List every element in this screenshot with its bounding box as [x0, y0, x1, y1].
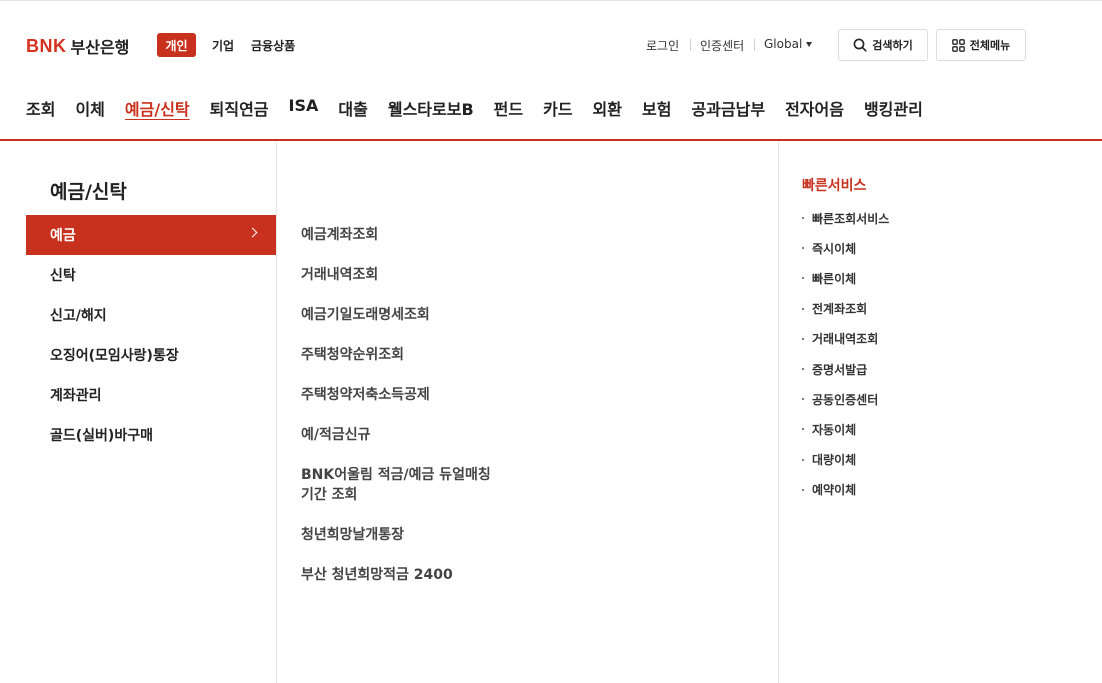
gnb-item-deposit-trust[interactable]: 예금/신탁 [125, 96, 190, 120]
all-menu-button-label: 전체메뉴 [969, 39, 1011, 52]
gnb-item-isa[interactable]: ISA [289, 96, 319, 120]
gnb-item-banking-mgmt[interactable]: 뱅킹관리 [864, 96, 923, 120]
sidebar-item-trust[interactable]: 신탁 [26, 255, 276, 295]
tab-personal[interactable]: 개인 [157, 33, 196, 57]
submenu-item[interactable]: 예금계좌조회 [301, 215, 561, 255]
cert-center-link[interactable]: 인증센터 [700, 37, 744, 54]
submenu-item[interactable]: 주택청약순위조회 [301, 335, 561, 375]
quick-service-list: 빠른조회서비스 즉시이체 빠른이체 전계좌조회 거래내역조회 증명서발급 공동인… [802, 203, 1052, 505]
login-link[interactable]: 로그인 [646, 37, 679, 54]
gnb-item-pension[interactable]: 퇴직연금 [210, 96, 269, 120]
gnb-item-e-bill[interactable]: 전자어음 [785, 96, 844, 120]
gnb-item-insurance[interactable]: 보험 [642, 96, 671, 120]
gnb-item-transfer[interactable]: 이체 [75, 96, 104, 120]
sidebar-item-squid-account[interactable]: 오징어(모임사랑)통장 [26, 335, 276, 375]
gnb-item-fund[interactable]: 펀드 [494, 96, 523, 120]
chevron-right-icon [247, 227, 258, 238]
quick-item-label: 즉시이체 [812, 241, 857, 256]
quick-service-title: 빠른서비스 [802, 178, 867, 194]
bullet-icon [802, 247, 804, 250]
all-menu-button[interactable]: 전체메뉴 [936, 29, 1026, 61]
submenu-item[interactable]: 청년희망날개통장 [301, 515, 561, 555]
tab-financial-products[interactable]: 금융상품 [251, 37, 295, 54]
sidebar-item-account-mgmt[interactable]: 계좌관리 [26, 375, 276, 415]
submenu-item[interactable]: 부산 청년희망적금 2400 [301, 555, 561, 595]
quick-item-label: 공동인증센터 [812, 392, 879, 407]
bullet-icon [802, 307, 804, 310]
quick-item[interactable]: 증명서발급 [802, 354, 1052, 384]
sidebar-item-label: 예금 [50, 228, 76, 244]
search-icon [853, 38, 867, 52]
caret-down-icon [806, 42, 813, 47]
bullet-icon [802, 458, 804, 461]
gnb-item-loan[interactable]: 대출 [338, 96, 367, 120]
bullet-icon [802, 217, 804, 220]
sidebar-item-label: 골드(실버)바구매 [50, 428, 153, 444]
sidebar-item-label: 신고/해지 [50, 308, 107, 324]
bullet-icon [802, 277, 804, 280]
gnb-item-card[interactable]: 카드 [543, 96, 572, 120]
quick-item[interactable]: 자동이체 [802, 414, 1052, 444]
global-dropdown[interactable]: Global [764, 37, 813, 51]
quick-item-label: 대량이체 [812, 453, 857, 468]
quick-item-label: 거래내역조회 [812, 332, 879, 347]
search-button-label: 검색하기 [872, 39, 913, 52]
quick-item-label: 증명서발급 [812, 362, 868, 377]
logo-bank-name: 부산은행 [70, 38, 130, 57]
bullet-icon [802, 337, 804, 340]
gnb-item-inquiry[interactable]: 조회 [26, 96, 55, 120]
submenu-item[interactable]: BNK어울림 적금/예금 듀얼매칭 기간 조회 [301, 455, 561, 515]
quick-item-label: 빠른이체 [812, 271, 857, 286]
quick-item[interactable]: 전계좌조회 [802, 294, 1052, 324]
quick-item[interactable]: 공동인증센터 [802, 384, 1052, 414]
divider [690, 39, 691, 51]
quick-item[interactable]: 거래내역조회 [802, 324, 1052, 354]
grid-icon [951, 38, 965, 52]
quick-item[interactable]: 빠른조회서비스 [802, 203, 1052, 233]
bullet-icon [802, 428, 804, 431]
section-menu: 예금 신탁 신고/해지 오징어(모임사랑)통장 계좌관리 골드(실버)바구매 [26, 215, 276, 455]
column-divider [276, 141, 277, 683]
section-sidebar: 예금/신탁 예금 신탁 신고/해지 오징어(모임사랑)통장 계좌관리 골드(실버… [26, 141, 276, 683]
quick-item[interactable]: 빠른이체 [802, 263, 1052, 293]
section-title: 예금/신탁 [50, 181, 127, 203]
sidebar-item-label: 신탁 [50, 268, 76, 284]
bullet-icon [802, 488, 804, 491]
quick-item-label: 빠른조회서비스 [812, 211, 890, 226]
quick-item-label: 전계좌조회 [812, 302, 868, 317]
sidebar-item-label: 오징어(모임사랑)통장 [50, 348, 179, 364]
global-nav: 조회 이체 예금/신탁 퇴직연금 ISA 대출 웰스타로보B 펀드 카드 외환 … [26, 96, 943, 120]
submenu-item[interactable]: 예금기일도래명세조회 [301, 295, 561, 335]
quick-item[interactable]: 대량이체 [802, 445, 1052, 475]
submenu-list: 예금계좌조회 거래내역조회 예금기일도래명세조회 주택청약순위조회 주택청약저축… [301, 215, 561, 595]
submenu-item[interactable]: 주택청약저축소득공제 [301, 375, 561, 415]
tab-corporate[interactable]: 기업 [212, 37, 234, 54]
submenu-item[interactable]: 거래내역조회 [301, 255, 561, 295]
bullet-icon [802, 368, 804, 371]
quick-item-label: 예약이체 [812, 483, 857, 498]
global-label: Global [764, 37, 803, 51]
header: BNK 부산은행 개인 기업 금융상품 로그인 인증센터 Global 검색하기… [0, 0, 1102, 140]
gnb-item-wealth-robo[interactable]: 웰스타로보B [388, 96, 474, 120]
sidebar-item-gold-silver[interactable]: 골드(실버)바구매 [26, 415, 276, 455]
bullet-icon [802, 398, 804, 401]
quick-item-label: 자동이체 [812, 422, 857, 437]
search-button[interactable]: 검색하기 [838, 29, 928, 61]
quick-item[interactable]: 예약이체 [802, 475, 1052, 505]
column-divider [778, 141, 779, 683]
sidebar-item-label: 계좌관리 [50, 388, 102, 404]
divider [754, 39, 755, 51]
gnb-item-utility-payment[interactable]: 공과금납부 [691, 96, 765, 120]
submenu-item[interactable]: 예/적금신규 [301, 415, 561, 455]
bnk-logo[interactable]: BNK 부산은행 [26, 34, 129, 58]
gnb-item-forex[interactable]: 외환 [593, 96, 622, 120]
sidebar-item-report-cancel[interactable]: 신고/해지 [26, 295, 276, 335]
quick-item[interactable]: 즉시이체 [802, 233, 1052, 263]
logo-bnk-text: BNK [26, 35, 67, 56]
sidebar-item-deposit[interactable]: 예금 [26, 215, 276, 255]
